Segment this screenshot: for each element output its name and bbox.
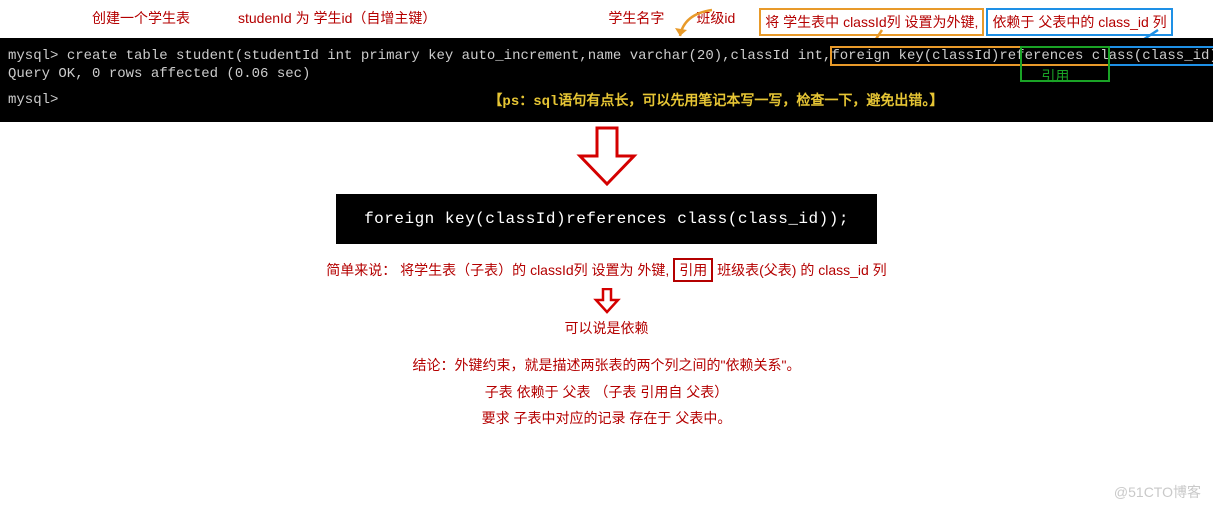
terminal-cmd-fk: foreign key(classId)references class(cla… bbox=[831, 48, 1213, 64]
label-create-table: 创建一个学生表 bbox=[92, 8, 190, 36]
center-column: foreign key(classId)references class(cla… bbox=[0, 126, 1213, 432]
label-class-id: 班级id bbox=[696, 8, 735, 36]
explain-post: 班级表(父表) 的 class_id 列 bbox=[717, 262, 887, 278]
explain-line: 简单来说： 将学生表（子表）的 classId列 设置为 外键, 引用 班级表(… bbox=[326, 258, 886, 282]
conclusion-block: 结论：外键约束，就是描述两张表的两个列之间的"依赖关系"。 子表 依赖于 父表 … bbox=[413, 352, 801, 432]
explain-box-reference: 引用 bbox=[673, 258, 713, 282]
conclusion-line1: 结论：外键约束，就是描述两张表的两个列之间的"依赖关系"。 bbox=[413, 352, 801, 379]
terminal-prompt2: mysql> bbox=[8, 92, 58, 108]
big-arrow-down-icon bbox=[572, 126, 642, 188]
top-annotations-row: 创建一个学生表 studenId 为 学生id（自增主键） 学生名字 班级id … bbox=[0, 0, 1213, 38]
code-strip: foreign key(classId)references class(cla… bbox=[336, 194, 877, 244]
label-student-name: 学生名字 bbox=[608, 8, 664, 36]
terminal-ps-note: 【ps：sql语句有点长，可以先用笔记本写一写，检查一下，避免出错。】 bbox=[488, 90, 943, 110]
code-strip-text: foreign key(classId)references class(cla… bbox=[364, 210, 849, 228]
references-label: 引用 bbox=[1041, 66, 1069, 86]
terminal-block: mysql> create table student(studentId in… bbox=[0, 38, 1213, 122]
label-student-id: studenId 为 学生id（自增主键） bbox=[238, 8, 436, 36]
small-arrow-down-icon bbox=[592, 288, 622, 314]
watermark-text: @51CTO博客 bbox=[1114, 482, 1201, 502]
terminal-line-1: mysql> create table student(studentId in… bbox=[8, 48, 1205, 64]
label-depend-note-box: 依赖于 父表中的 class_id 列 bbox=[986, 8, 1172, 36]
terminal-prompt1: mysql> bbox=[8, 48, 67, 64]
conclusion-line2: 子表 依赖于 父表 （子表 引用自 父表） bbox=[413, 379, 801, 406]
depend-text: 可以说是依赖 bbox=[565, 318, 649, 338]
conclusion-line3: 要求 子表中对应的记录 存在于 父表中。 bbox=[413, 405, 801, 432]
label-fk-note-box: 将 学生表中 classId列 设置为外键, bbox=[759, 8, 984, 36]
terminal-cmd-pre: create table student(studentId int prima… bbox=[67, 48, 832, 64]
explain-pre: 简单来说： 将学生表（子表）的 classId列 设置为 外键, bbox=[326, 262, 669, 278]
terminal-result: Query OK, 0 rows affected (0.06 sec) bbox=[8, 66, 1205, 82]
